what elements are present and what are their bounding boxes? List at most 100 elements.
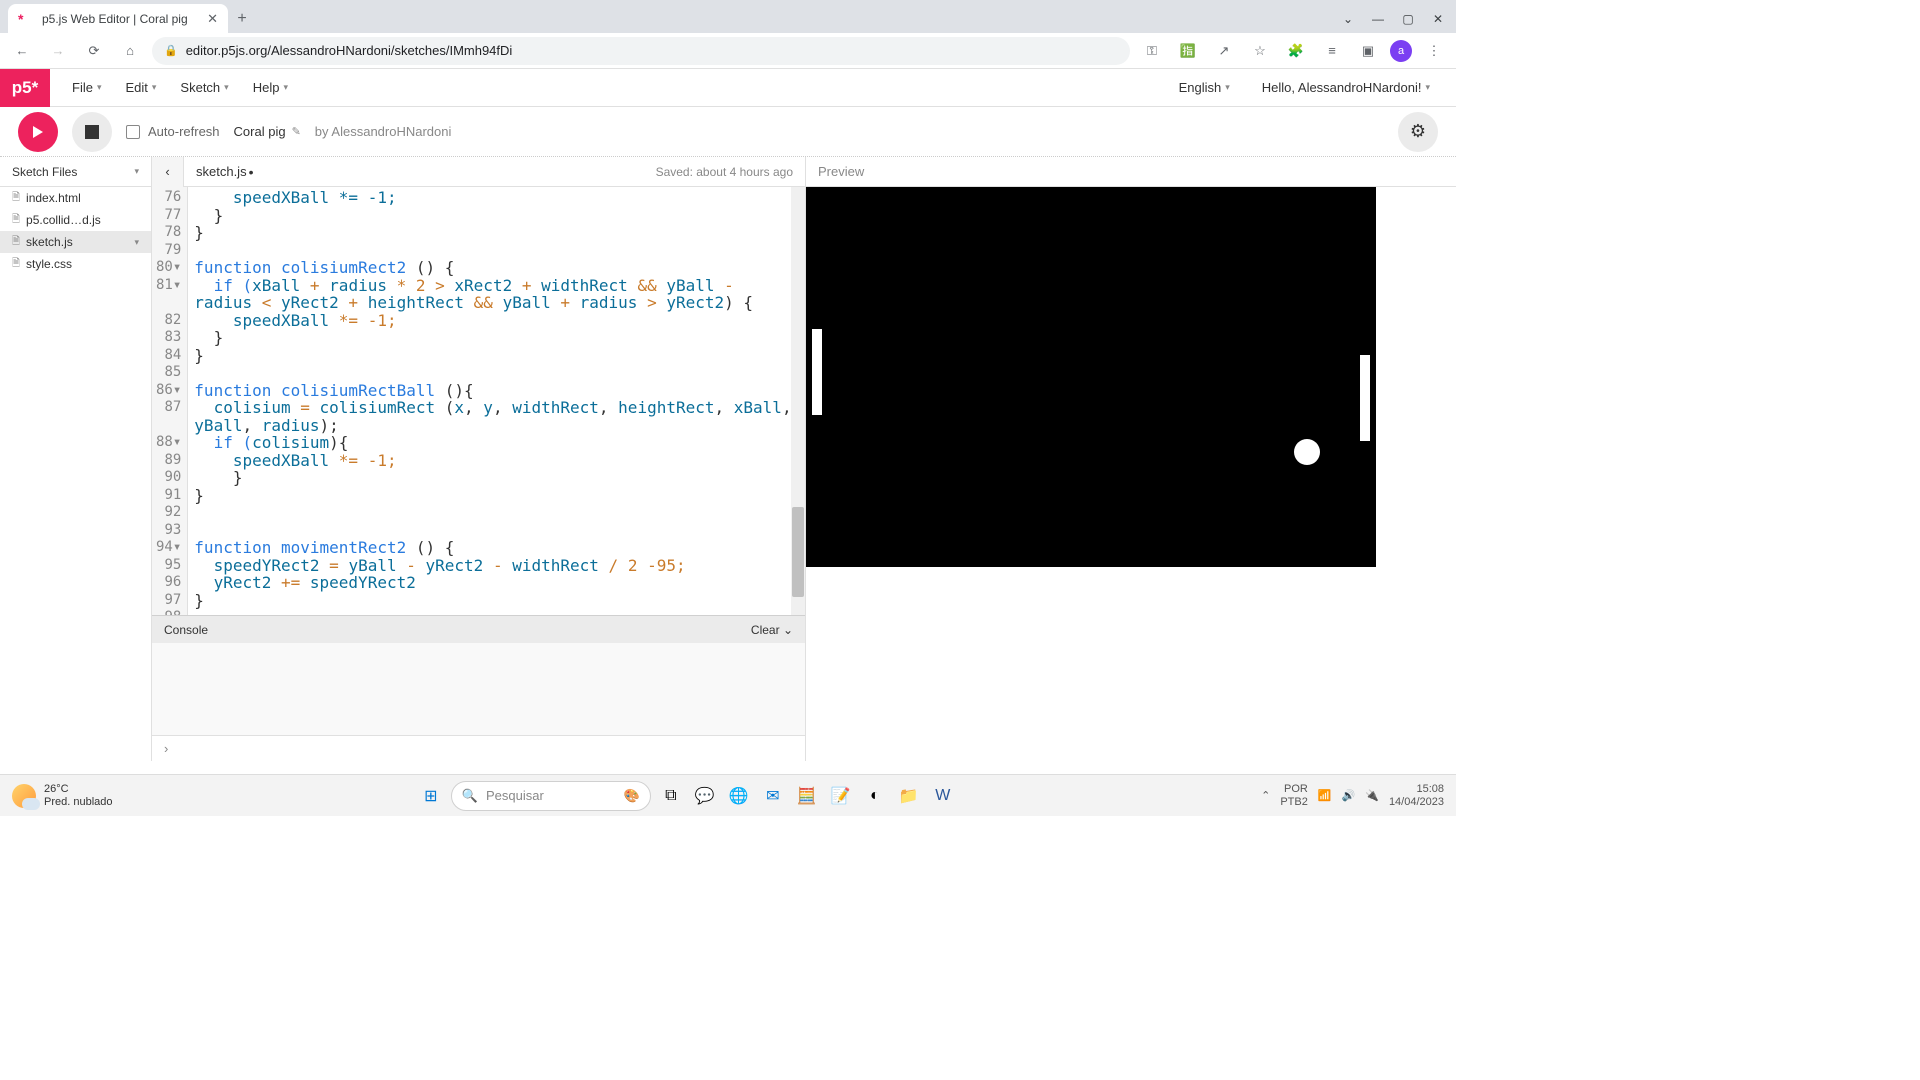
file-item-index[interactable]: 🗎index.html (0, 187, 151, 209)
menu-help[interactable]: Help▾ (243, 74, 298, 101)
editor-tab-label: sketch.js (196, 164, 247, 179)
pencil-icon[interactable]: ✎ (292, 125, 301, 138)
chrome-icon[interactable]: 🌐 (725, 782, 753, 810)
lang-line1: POR (1280, 783, 1308, 796)
preview-canvas[interactable] (806, 187, 1376, 567)
windows-taskbar: 26°C Pred. nublado ⊞ 🔍 Pesquisar 🎨 ⧉ 💬 🌐… (0, 774, 1456, 816)
language-select[interactable]: English▾ (1169, 74, 1240, 101)
browser-nav-bar: ← → ⟳ ⌂ 🔒 editor.p5js.org/AlessandroHNar… (0, 33, 1456, 69)
extensions-icon[interactable]: 🧩 (1282, 37, 1310, 65)
browser-tab[interactable]: * p5.js Web Editor | Coral pig ✕ (8, 4, 228, 33)
user-greeting[interactable]: Hello, AlessandroHNardoni!▾ (1252, 74, 1440, 101)
url-text: editor.p5js.org/AlessandroHNardoni/sketc… (186, 43, 513, 58)
lock-icon: 🔒 (164, 44, 178, 57)
forward-button[interactable]: → (44, 37, 72, 65)
p5-logo[interactable]: p5* (0, 69, 50, 107)
menu-file-label: File (72, 80, 93, 95)
auto-refresh-toggle[interactable]: Auto-refresh (126, 124, 220, 139)
console-header: Console Clear ⌄ (152, 615, 805, 643)
tray-language[interactable]: POR PTB2 (1280, 783, 1308, 809)
battery-icon[interactable]: 🔌 (1365, 789, 1379, 802)
tray-overflow-icon[interactable]: ⌃ (1261, 789, 1270, 802)
copilot-icon[interactable]: ◐ (861, 782, 889, 810)
p5-header-right: English▾ Hello, AlessandroHNardoni!▾ (1169, 74, 1456, 101)
share-icon[interactable]: ↗ (1210, 37, 1238, 65)
weather-icon (12, 784, 36, 808)
caret-icon: ▾ (1425, 82, 1430, 93)
tab-dropdown-icon[interactable]: ⌄ (1334, 5, 1362, 33)
editor-tab-bar: ‹ sketch.js • Saved: about 4 hours ago (152, 157, 805, 187)
sketch-name[interactable]: Coral pig ✎ (234, 124, 301, 139)
maximize-icon[interactable]: ▢ (1394, 5, 1422, 33)
tray-clock[interactable]: 15:08 14/04/2023 (1389, 783, 1444, 809)
explorer-icon[interactable]: 📁 (895, 782, 923, 810)
bookmark-icon[interactable]: ☆ (1246, 37, 1274, 65)
search-placeholder: Pesquisar (486, 788, 544, 803)
back-button[interactable]: ← (8, 37, 36, 65)
home-button[interactable]: ⌂ (116, 37, 144, 65)
volume-icon[interactable]: 🔊 (1342, 789, 1356, 802)
sidebar-title: Sketch Files (12, 165, 77, 179)
scrollbar-thumb[interactable] (792, 507, 804, 597)
file-name: sketch.js (26, 235, 73, 249)
menu-edit-label: Edit (125, 80, 147, 95)
close-tab-icon[interactable]: ✕ (207, 11, 218, 27)
reload-button[interactable]: ⟳ (80, 37, 108, 65)
file-item-sketch[interactable]: 🗎sketch.js▾ (0, 231, 151, 253)
caret-icon[interactable]: ▾ (134, 237, 139, 248)
chevron-down-icon: ⌄ (783, 623, 793, 637)
settings-button[interactable]: ⚙ (1398, 112, 1438, 152)
console-input[interactable]: › (152, 735, 805, 761)
console-body (152, 643, 805, 735)
file-item-style[interactable]: 🗎style.css (0, 253, 151, 275)
reading-list-icon[interactable]: ≡ (1318, 37, 1346, 65)
browser-tab-strip: * p5.js Web Editor | Coral pig ✕ + ⌄ — ▢… (0, 0, 1456, 33)
code-editor[interactable]: 76 77 78 79 80▾ 81▾ 82 83 84 85 86▾ 87 8… (152, 187, 805, 615)
weather-widget[interactable]: 26°C Pred. nublado (0, 783, 125, 809)
stop-button[interactable] (72, 112, 112, 152)
play-icon (30, 124, 46, 140)
new-tab-button[interactable]: + (228, 5, 256, 33)
menu-edit[interactable]: Edit▾ (115, 74, 166, 101)
caret-icon: ▾ (224, 82, 229, 93)
clock-date: 14/04/2023 (1389, 796, 1444, 809)
close-window-icon[interactable]: ✕ (1424, 5, 1452, 33)
file-name: style.css (26, 257, 72, 271)
start-button[interactable]: ⊞ (417, 782, 445, 810)
file-item-collide[interactable]: 🗎p5.collid…d.js (0, 209, 151, 231)
wifi-icon[interactable]: 📶 (1318, 789, 1332, 802)
play-button[interactable] (18, 112, 58, 152)
checkbox-icon[interactable] (126, 125, 140, 139)
minimize-icon[interactable]: — (1364, 5, 1392, 33)
dirty-indicator-icon: • (249, 164, 254, 180)
sidebar-header[interactable]: Sketch Files ▾ (0, 157, 151, 187)
greeting-label: Hello, AlessandroHNardoni! (1262, 80, 1422, 95)
menu-sketch[interactable]: Sketch▾ (170, 74, 238, 101)
collapse-sidebar-button[interactable]: ‹ (152, 157, 184, 187)
caret-icon[interactable]: ▾ (134, 166, 139, 177)
menu-file[interactable]: File▾ (62, 74, 111, 101)
notepad-icon[interactable]: 📝 (827, 782, 855, 810)
calculator-icon[interactable]: 🧮 (793, 782, 821, 810)
paddle-right (1360, 355, 1370, 441)
profile-avatar[interactable]: a (1390, 40, 1412, 62)
file-sidebar: Sketch Files ▾ 🗎index.html 🗎p5.collid…d.… (0, 157, 152, 761)
code-content[interactable]: speedXBall *= -1; } } function colisiumR… (188, 187, 805, 615)
word-icon[interactable]: W (929, 782, 957, 810)
favicon-icon: * (18, 11, 34, 27)
taskbar-search[interactable]: 🔍 Pesquisar 🎨 (451, 781, 651, 811)
editor-tab[interactable]: sketch.js • (184, 164, 265, 180)
console-clear[interactable]: Clear ⌄ (751, 623, 793, 637)
mail-icon[interactable]: ✉ (759, 782, 787, 810)
side-panel-icon[interactable]: ▣ (1354, 37, 1382, 65)
stop-icon (85, 125, 99, 139)
menu-icon[interactable]: ⋮ (1420, 37, 1448, 65)
file-icon: 🗎 (12, 190, 20, 207)
url-bar[interactable]: 🔒 editor.p5js.org/AlessandroHNardoni/ske… (152, 37, 1130, 65)
task-view-icon[interactable]: ⧉ (657, 782, 685, 810)
editor-scrollbar[interactable] (791, 187, 805, 615)
teams-icon[interactable]: 💬 (691, 782, 719, 810)
key-icon[interactable]: ⚿ (1138, 37, 1166, 65)
system-tray: ⌃ POR PTB2 📶 🔊 🔌 15:08 14/04/2023 (1249, 783, 1456, 809)
translate-icon[interactable]: 🈯 (1174, 37, 1202, 65)
